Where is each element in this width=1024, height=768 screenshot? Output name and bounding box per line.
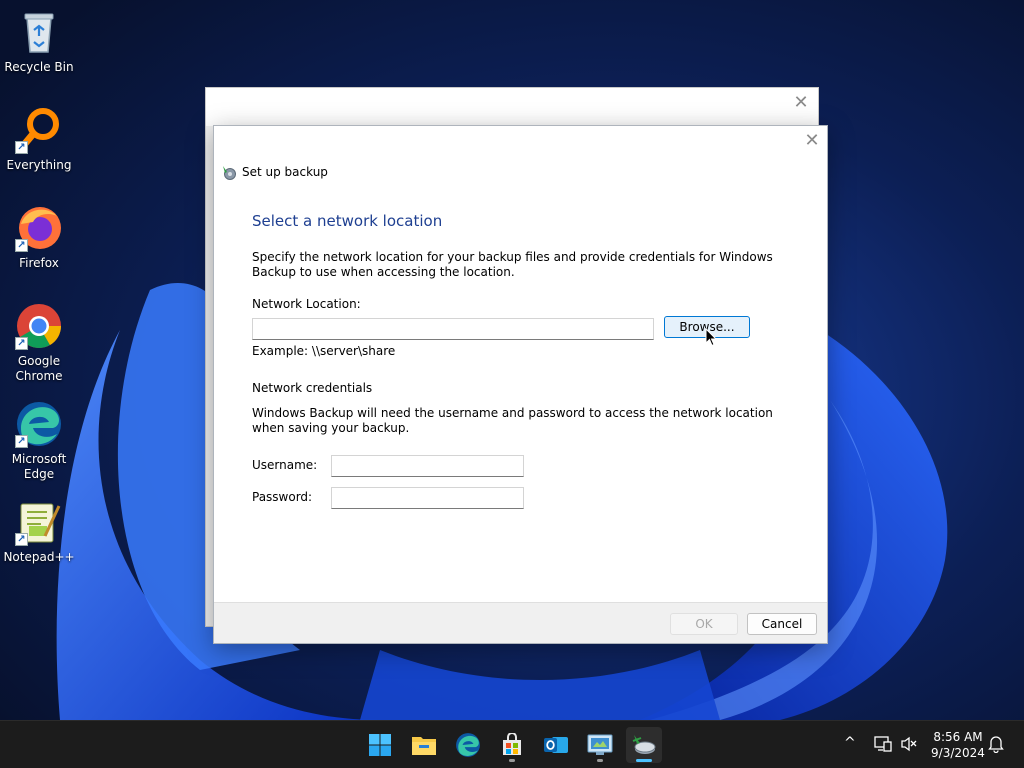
network-location-label: Network Location: (252, 297, 361, 311)
credentials-description: Windows Backup will need the username an… (252, 406, 773, 435)
firefox-icon: ↗ (15, 204, 63, 252)
shortcut-arrow-icon: ↗ (15, 141, 28, 154)
running-indicator (509, 759, 515, 762)
shortcut-arrow-icon: ↗ (15, 533, 28, 546)
taskbar-edge[interactable] (450, 727, 486, 763)
taskbar-file-explorer[interactable] (406, 727, 442, 763)
desktop-icon-label: Recycle Bin (4, 60, 74, 74)
password-label: Password: (252, 490, 313, 504)
desktop-icon-firefox[interactable]: ↗ Firefox (4, 204, 74, 271)
control-panel-icon (587, 734, 613, 755)
network-location-input[interactable] (252, 318, 654, 340)
taskbar: ^ 8:56 AM 9/3/2024 (0, 720, 1024, 768)
clock-date: 9/3/2024 (931, 746, 985, 760)
page-title: Select a network location (252, 212, 443, 230)
notepad-plus-plus-icon: ↗ (15, 498, 63, 546)
network-icon[interactable] (874, 735, 892, 756)
taskbar-backup[interactable] (626, 727, 662, 763)
example-text: Example: \\server\share (252, 344, 396, 358)
chevron-up-icon[interactable]: ^ (844, 735, 856, 751)
outlook-icon (544, 737, 568, 753)
desktop-icon-google-chrome[interactable]: ↗ Google Chrome (4, 302, 74, 384)
password-input[interactable] (331, 487, 524, 509)
ok-button[interactable]: OK (670, 613, 738, 635)
username-input[interactable] (331, 455, 524, 477)
edge-icon: ↗ (15, 400, 63, 448)
dialog-title-text: Set up backup (242, 165, 328, 179)
setup-backup-dialog[interactable]: ✕ Set up backup Select a network locatio… (213, 125, 828, 644)
edge-icon (456, 733, 480, 757)
username-label: Username: (252, 458, 318, 472)
taskbar-control-panel[interactable] (582, 727, 618, 763)
volume-muted-icon[interactable] (900, 735, 918, 756)
running-indicator (597, 759, 603, 762)
desktop-icon-label: Firefox (19, 256, 59, 270)
cancel-button[interactable]: Cancel (747, 613, 817, 635)
shortcut-arrow-icon: ↗ (15, 435, 28, 448)
clock-time: 8:56 AM (933, 730, 983, 744)
desktop-icon-label: Notepad++ (3, 550, 75, 564)
recycle-bin-icon (15, 8, 63, 56)
shortcut-arrow-icon: ↗ (15, 337, 28, 350)
desktop-icon-everything[interactable]: ↗ Everything (4, 106, 74, 173)
start-button[interactable] (362, 727, 398, 763)
notification-bell-icon[interactable] (988, 735, 1004, 756)
folder-icon (412, 737, 436, 755)
desktop-icon-label: Everything (6, 158, 72, 172)
desktop-icon-label: Google Chrome (15, 354, 63, 383)
close-icon[interactable]: ✕ (792, 94, 810, 112)
taskbar-outlook[interactable] (538, 727, 574, 763)
desktop-icon-notepad-plus-plus[interactable]: ↗ Notepad++ (3, 498, 75, 565)
mouse-cursor-icon (705, 327, 718, 347)
chrome-icon: ↗ (15, 302, 63, 350)
system-clock[interactable]: 8:56 AM 9/3/2024 (920, 729, 996, 761)
everything-search-icon: ↗ (15, 106, 63, 154)
desktop-icon-label: Microsoft Edge (11, 452, 67, 481)
network-credentials-heading: Network credentials (252, 381, 373, 395)
background-window-titlebar[interactable]: ✕ (206, 88, 818, 126)
taskbar-store[interactable] (494, 727, 530, 763)
description-text: Specify the network location for your ba… (252, 250, 773, 279)
active-indicator (636, 759, 652, 762)
desktop-icon-recycle-bin[interactable]: Recycle Bin (4, 8, 74, 75)
store-icon (503, 733, 521, 755)
backup-icon (632, 735, 656, 754)
close-icon[interactable]: ✕ (803, 132, 821, 150)
dialog-footer: OK Cancel (214, 602, 827, 643)
shortcut-arrow-icon: ↗ (15, 239, 28, 252)
dialog-title: Set up backup (221, 164, 328, 180)
windows-logo-icon (369, 734, 391, 756)
desktop-icon-microsoft-edge[interactable]: ↗ Microsoft Edge (4, 400, 74, 482)
backup-icon (221, 164, 237, 180)
